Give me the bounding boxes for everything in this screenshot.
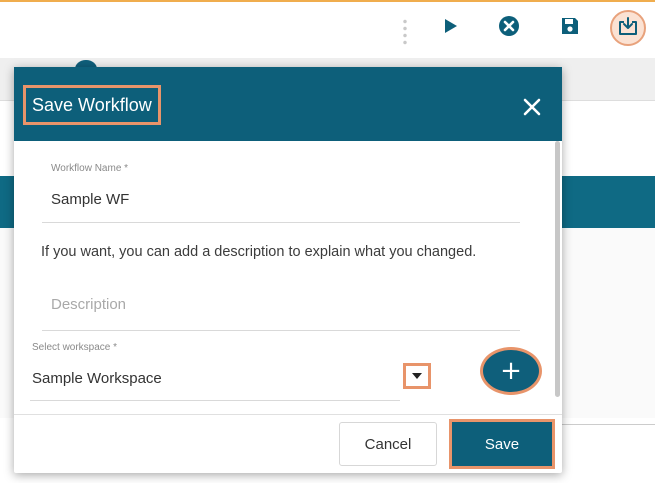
dialog-footer-divider	[14, 414, 562, 415]
caret-down-icon	[411, 367, 423, 385]
background-divider	[560, 424, 655, 425]
play-button[interactable]	[437, 14, 465, 42]
workspace-label: Select workspace *	[32, 342, 118, 353]
dialog-header: Save Workflow	[14, 67, 562, 141]
download-button[interactable]	[610, 10, 646, 46]
add-workspace-button[interactable]: +	[480, 347, 542, 395]
workspace-underline	[30, 400, 400, 401]
toolbar	[0, 2, 655, 58]
save-icon	[560, 16, 580, 41]
workflow-name-input[interactable]: Sample WF	[51, 191, 129, 208]
plus-icon: +	[500, 356, 522, 386]
description-underline	[42, 330, 520, 331]
save-toolbar-button[interactable]	[556, 14, 584, 42]
close-button[interactable]	[520, 95, 544, 119]
play-icon	[444, 18, 458, 39]
save-button[interactable]: Save	[449, 419, 555, 469]
dialog-title: Save Workflow	[32, 94, 152, 115]
dialog-scrollbar[interactable]	[555, 141, 560, 397]
stop-icon	[498, 15, 520, 42]
description-hint: If you want, you can add a description t…	[41, 244, 477, 260]
stop-button[interactable]	[495, 14, 523, 42]
workspace-dropdown-button[interactable]	[403, 363, 431, 389]
download-icon	[617, 15, 639, 42]
save-workflow-dialog: Save Workflow Workflow Name * Sample WF …	[14, 67, 562, 473]
dialog-title-highlight: Save Workflow	[23, 85, 161, 125]
workflow-name-underline	[42, 222, 520, 223]
cancel-button[interactable]: Cancel	[339, 422, 437, 466]
close-icon	[520, 98, 544, 123]
description-input[interactable]: Description	[51, 296, 126, 313]
workspace-select[interactable]: Sample Workspace	[32, 370, 162, 387]
workflow-name-label: Workflow Name *	[51, 163, 129, 174]
toolbar-drag-handle[interactable]	[403, 18, 407, 46]
